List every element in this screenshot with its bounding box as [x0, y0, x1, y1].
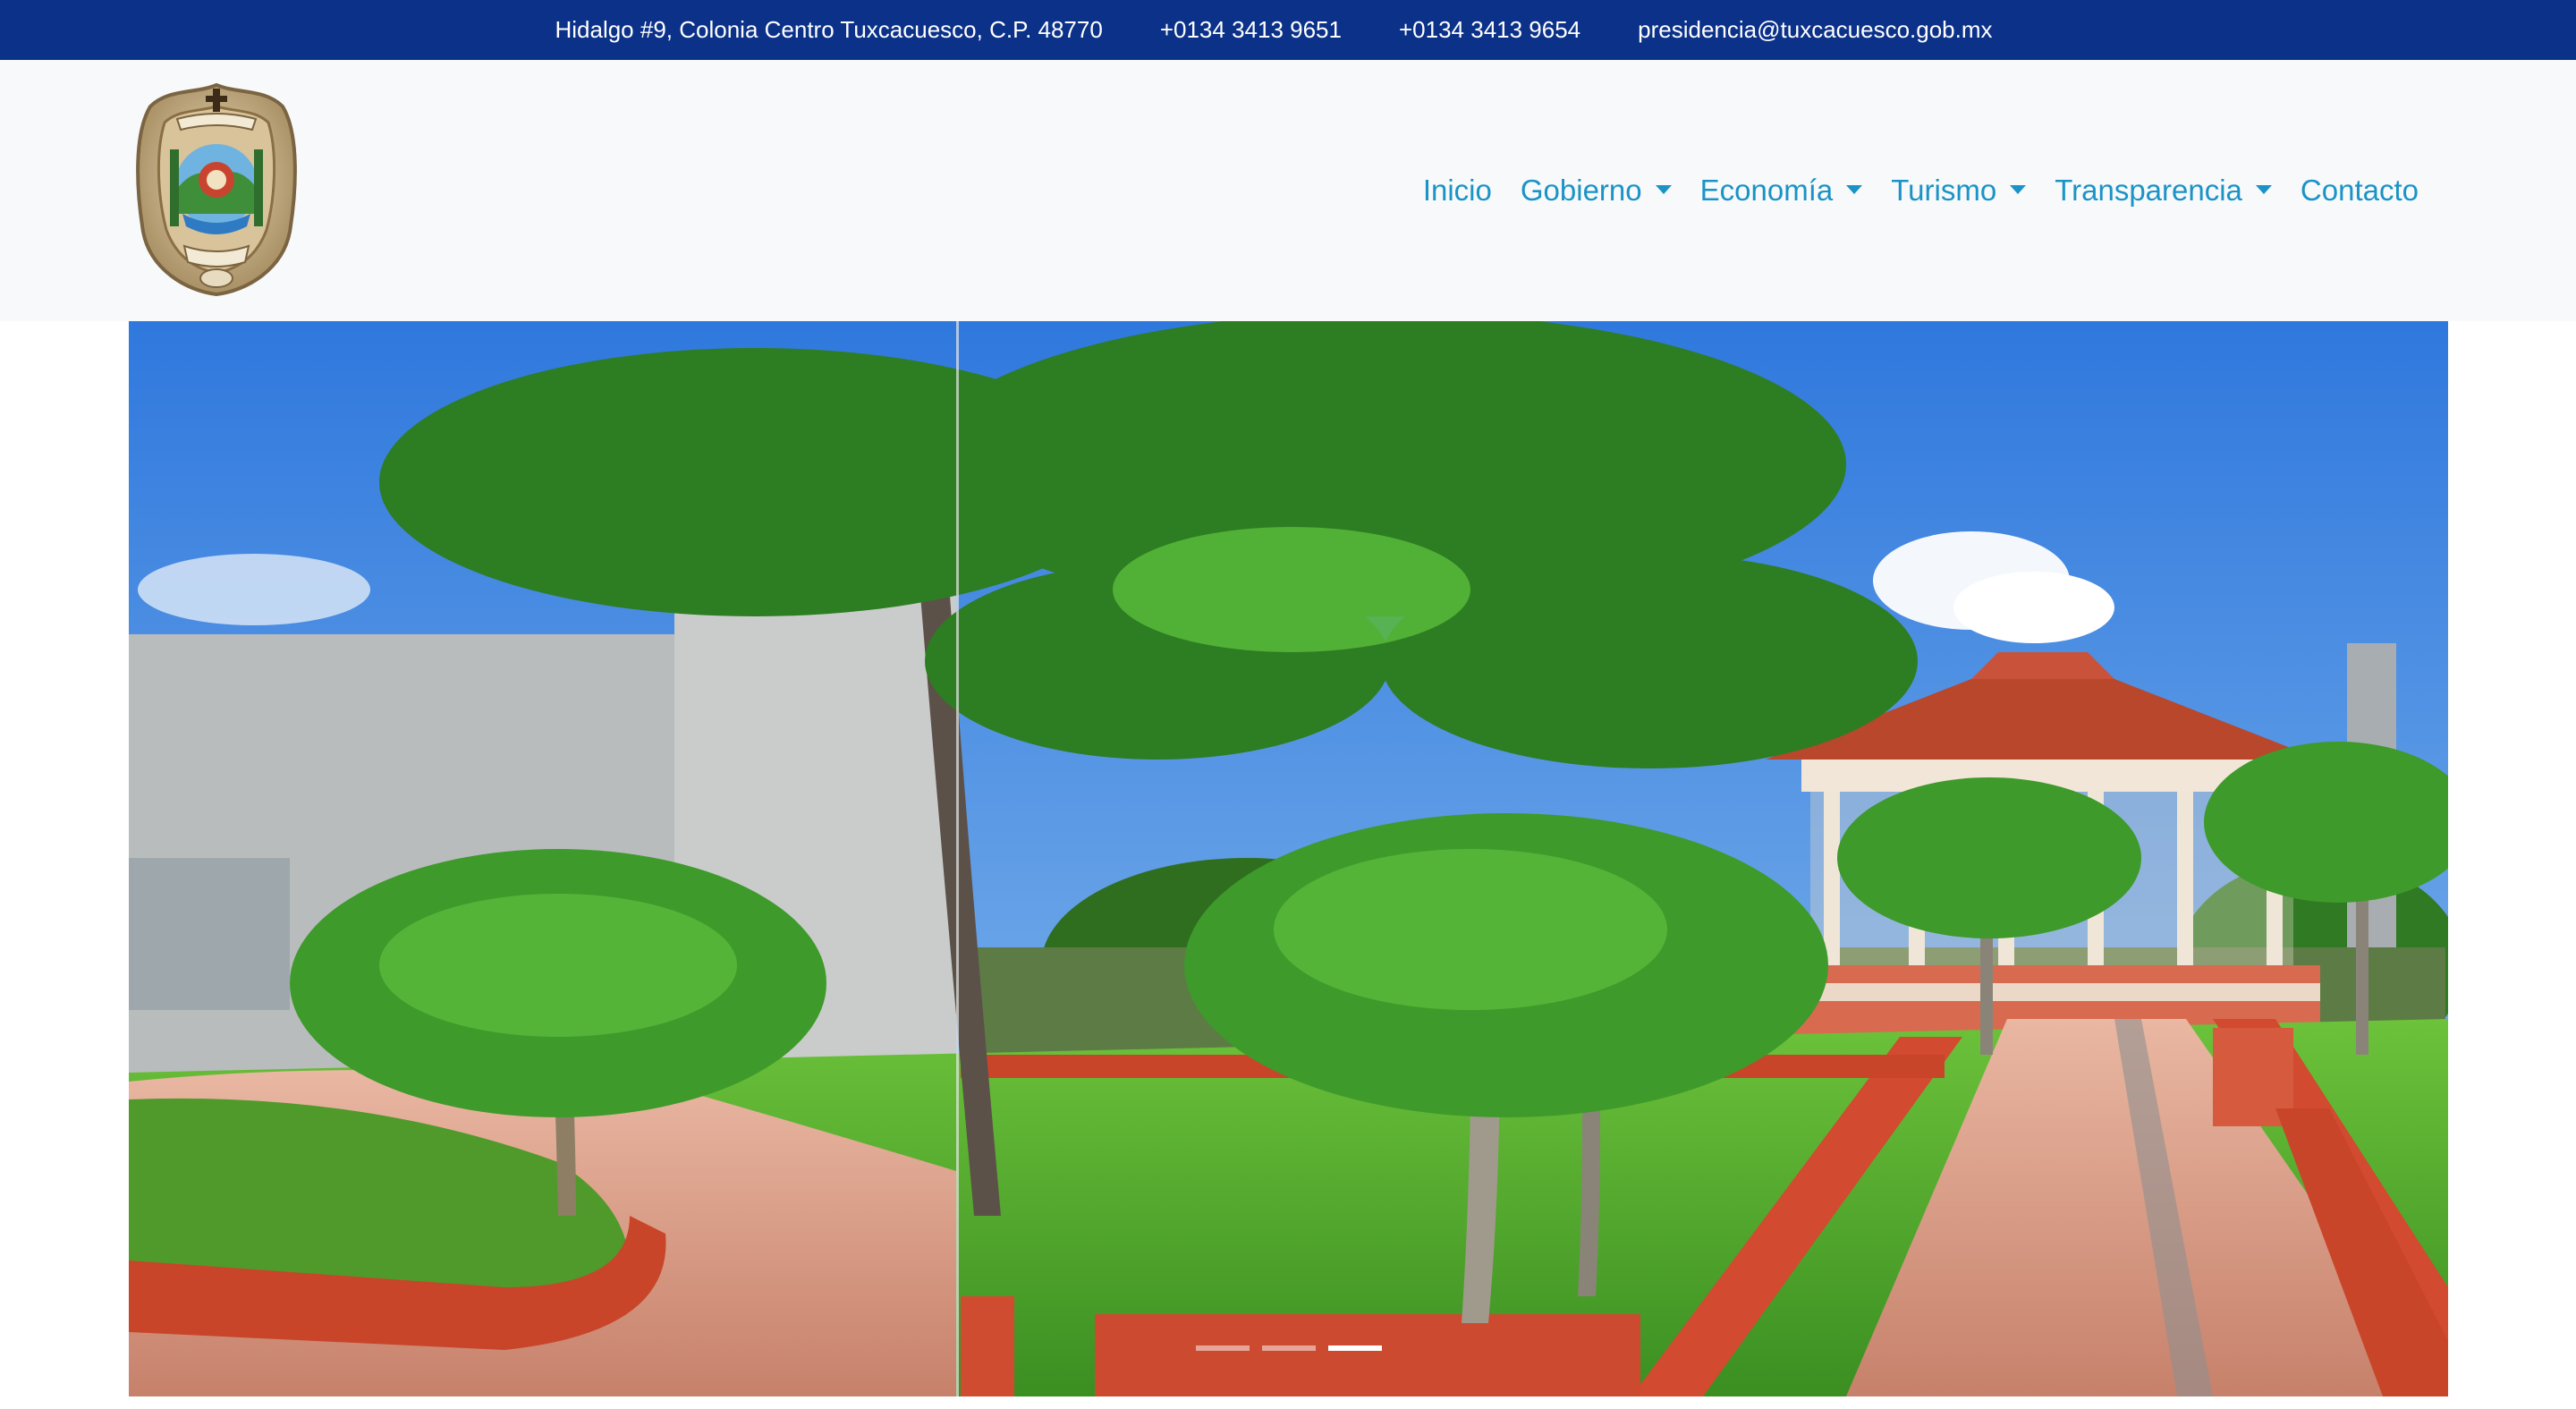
nav-item-contacto: Contacto: [2286, 174, 2433, 208]
nav-dropdown-turismo[interactable]: Turismo: [1877, 174, 2040, 208]
phone-2-text: +0134 3413 9654: [1398, 16, 1581, 43]
nav-label: Contacto: [2300, 174, 2419, 207]
logo-home-link[interactable]: [131, 80, 302, 298]
nav-dropdown-gobierno[interactable]: Gobierno: [1506, 174, 1686, 208]
nav-item-inicio: Inicio: [1409, 174, 1506, 208]
carousel-indicators: [129, 1345, 2448, 1351]
nav-label: Gobierno: [1520, 174, 1642, 207]
caret-down-icon: [2010, 185, 2027, 194]
nav-item-turismo: Turismo: [1877, 174, 2040, 208]
main-navbar: Inicio Gobierno Economía Turismo Transpa…: [0, 60, 2576, 321]
nav-link-inicio[interactable]: Inicio: [1409, 174, 1506, 208]
nav-dropdown-transparencia[interactable]: Transparencia: [2040, 174, 2286, 208]
hero-carousel[interactable]: [129, 321, 2448, 1396]
nav-dropdown-economia[interactable]: Economía: [1686, 174, 1877, 208]
coat-of-arms-logo-icon: [136, 82, 297, 297]
carousel-indicator-1[interactable]: [1195, 1345, 1250, 1351]
nav-item-transparencia: Transparencia: [2040, 174, 2286, 208]
nav-label: Economía: [1699, 174, 1834, 207]
phone-1-text: +0134 3413 9651: [1159, 16, 1342, 43]
address-text: Hidalgo #9, Colonia Centro Tuxcacuesco, …: [555, 16, 1103, 43]
caret-down-icon: [2255, 185, 2272, 194]
caret-down-icon: [1655, 185, 1672, 194]
nav-item-gobierno: Gobierno: [1506, 174, 1686, 208]
nav-label: Transparencia: [2055, 174, 2242, 207]
plaza-photo: [129, 321, 2448, 1396]
nav-link-contacto[interactable]: Contacto: [2286, 174, 2433, 208]
email-text: presidencia@tuxcacuesco.gob.mx: [1638, 16, 1993, 43]
caret-down-icon: [1846, 185, 1863, 194]
nav-label: Inicio: [1422, 174, 1492, 207]
carousel-indicator-2[interactable]: [1261, 1345, 1316, 1351]
contact-bar: Hidalgo #9, Colonia Centro Tuxcacuesco, …: [0, 0, 2576, 60]
nav-item-economia: Economía: [1686, 174, 1877, 208]
nav-menu: Inicio Gobierno Economía Turismo Transpa…: [1409, 60, 2433, 321]
nav-label: Turismo: [1891, 174, 1997, 207]
carousel-indicator-3[interactable]: [1327, 1345, 1382, 1351]
